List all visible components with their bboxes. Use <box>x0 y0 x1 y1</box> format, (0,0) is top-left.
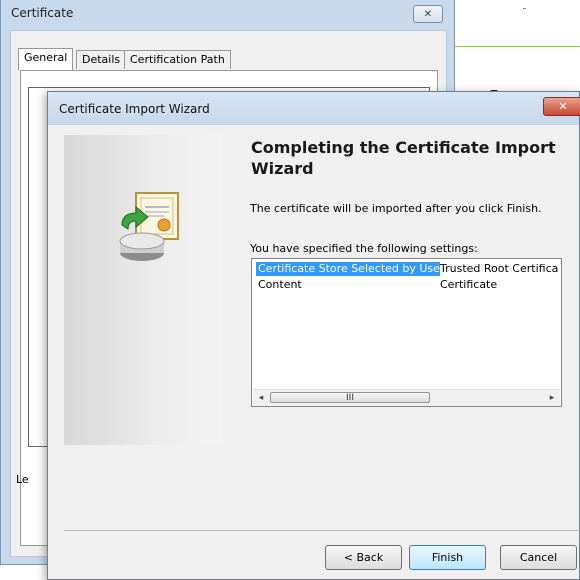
wizard-heading: Completing the Certificate Import Wizard <box>251 138 556 178</box>
setting-value: Certificate <box>440 278 498 291</box>
wizard-title: Certificate Import Wizard <box>59 102 210 116</box>
tab-certification-path[interactable]: Certification Path <box>124 50 231 69</box>
scroll-thumb[interactable]: III <box>270 392 430 403</box>
wizard-titlebar: Certificate Import Wizard ✕ <box>48 92 580 125</box>
cancel-button[interactable]: Cancel <box>500 545 577 570</box>
setting-name: Certificate Store Selected by User <box>256 262 445 276</box>
settings-list[interactable]: Certificate Store Selected by User Trust… <box>251 258 562 407</box>
background-mark <box>523 8 526 9</box>
finish-button[interactable]: Finish <box>409 545 486 570</box>
certificate-window-title: Certificate <box>11 6 74 20</box>
certificate-import-wizard: Certificate Import Wizard ✕ Completing t… <box>47 91 580 580</box>
settings-label: You have specified the following setting… <box>250 242 478 255</box>
certificate-import-icon <box>119 192 179 261</box>
tab-details[interactable]: Details <box>76 50 127 69</box>
scroll-right-icon[interactable]: ▸ <box>544 390 560 406</box>
certificate-close-button[interactable]: ✕ <box>413 5 443 23</box>
back-button[interactable]: < Back <box>325 545 402 570</box>
partial-label: Le <box>16 473 29 486</box>
setting-value: Trusted Root Certifica <box>440 262 559 275</box>
button-separator <box>64 530 580 531</box>
scroll-left-icon[interactable]: ◂ <box>253 390 269 406</box>
wizard-info-text: The certificate will be imported after y… <box>250 202 542 215</box>
wizard-close-button[interactable]: ✕ <box>543 97 580 116</box>
tab-general[interactable]: General <box>18 48 74 70</box>
horizontal-scrollbar[interactable]: ◂ III ▸ <box>253 389 560 406</box>
close-icon: ✕ <box>423 8 433 20</box>
background-divider <box>455 46 580 47</box>
wizard-side-panel <box>64 135 222 445</box>
setting-name: Content <box>258 278 302 291</box>
close-icon: ✕ <box>558 100 568 113</box>
